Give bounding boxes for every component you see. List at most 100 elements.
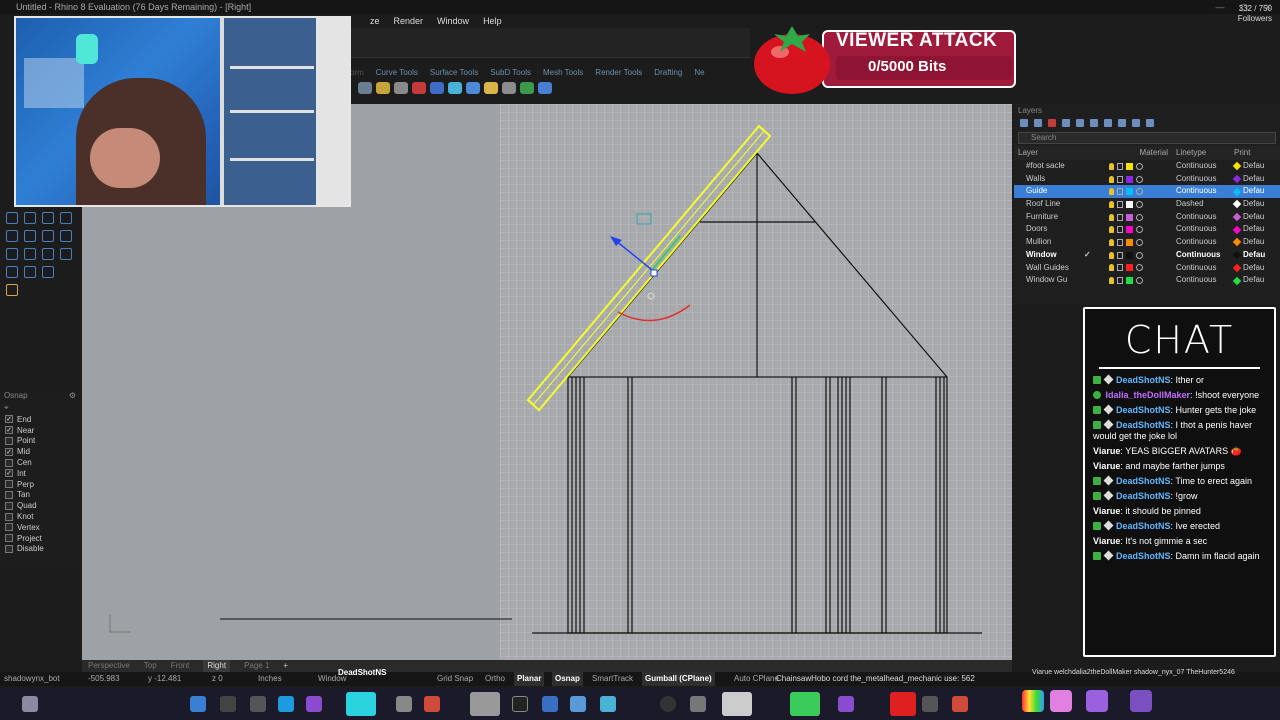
layer-row[interactable]: #foot sacle Continuous Defau	[1014, 160, 1280, 173]
osnap-checkbox[interactable]	[5, 490, 13, 499]
lock-icon[interactable]	[1117, 188, 1123, 196]
move-down-icon[interactable]	[1076, 119, 1084, 127]
layer-name[interactable]: Furniture	[1014, 211, 1078, 224]
osnap-checkbox[interactable]	[5, 534, 13, 543]
layer-search-input[interactable]: Search	[1018, 132, 1276, 144]
layer-row[interactable]: Furniture Continuous Defau	[1014, 211, 1280, 224]
lightbulb-icon[interactable]	[1109, 226, 1114, 234]
osnap-toggle[interactable]: Osnap	[552, 672, 583, 686]
move-up-icon[interactable]	[1062, 119, 1070, 127]
osnap-item-project[interactable]: Project	[0, 533, 80, 544]
osnap-checkbox[interactable]: ✓	[5, 415, 13, 424]
layer-print[interactable]: Defau	[1232, 249, 1274, 262]
layer-print[interactable]: Defau	[1232, 274, 1274, 287]
browser-icon[interactable]	[306, 696, 322, 712]
osnap-checkbox[interactable]: ✓	[5, 447, 13, 456]
lock-icon[interactable]	[1117, 251, 1123, 259]
layer-name[interactable]: Wall Guides	[1014, 262, 1078, 275]
layer-color-swatch[interactable]	[1126, 238, 1133, 246]
gumball-center[interactable]	[647, 292, 655, 300]
col-material[interactable]: Material	[1078, 146, 1174, 160]
planar-toggle[interactable]: Planar	[514, 672, 545, 686]
terminal-icon[interactable]	[512, 696, 528, 712]
new-sublayer-icon[interactable]	[1034, 119, 1042, 127]
layer-name[interactable]: Walls	[1014, 173, 1078, 186]
osnap-item-tan[interactable]: Tan	[0, 490, 80, 501]
tab-right[interactable]: Right	[203, 660, 231, 672]
layer-print[interactable]: Defau	[1232, 236, 1274, 249]
tab-top[interactable]: Top	[144, 660, 157, 672]
layer-print[interactable]: Defau	[1232, 173, 1274, 186]
osnap-item-disable[interactable]: Disable	[0, 544, 80, 555]
lightbulb-icon[interactable]	[1109, 264, 1114, 272]
gumball-green-arrow[interactable]	[651, 235, 681, 271]
layer-print[interactable]: Defau	[1232, 198, 1274, 211]
lock-icon[interactable]	[1117, 238, 1123, 246]
maps-icon[interactable]	[396, 696, 412, 712]
layer-linetype[interactable]: Continuous	[1174, 160, 1234, 173]
col-print[interactable]: Print	[1234, 146, 1274, 160]
gumball-blue-arrow[interactable]	[614, 239, 653, 271]
layer-row[interactable]: Mullion Continuous Defau	[1014, 236, 1280, 249]
material-icon[interactable]	[1136, 251, 1143, 259]
osnap-item-point[interactable]: Point	[0, 436, 80, 447]
lightbulb-icon[interactable]	[1109, 175, 1114, 183]
obs-icon[interactable]	[660, 696, 676, 712]
tab-front[interactable]: Front	[171, 660, 190, 672]
search-icon[interactable]	[220, 696, 236, 712]
osnap-item-end[interactable]: ✓ End	[0, 414, 80, 425]
material-icon[interactable]	[1136, 175, 1143, 183]
layer-print[interactable]: Defau	[1232, 160, 1274, 173]
osnap-item-quad[interactable]: Quad	[0, 500, 80, 511]
layer-print[interactable]: Defau	[1232, 211, 1274, 224]
osnap-item-int[interactable]: ✓ Int	[0, 468, 80, 479]
lightbulb-icon[interactable]	[1109, 277, 1114, 285]
layer-linetype[interactable]: Dashed	[1174, 198, 1234, 211]
layer-name[interactable]: Roof Line	[1014, 198, 1078, 211]
gumball-scale-handle[interactable]	[636, 213, 652, 225]
osnap-checkbox[interactable]	[5, 512, 13, 521]
lock-icon[interactable]	[1117, 264, 1123, 272]
chrome-icon-2[interactable]	[952, 696, 968, 712]
layer-linetype[interactable]: Continuous	[1174, 211, 1234, 224]
osnap-item-perp[interactable]: Perp	[0, 479, 80, 490]
layer-print[interactable]: Defau	[1232, 262, 1274, 275]
material-icon[interactable]	[1136, 213, 1143, 221]
lightbulb-icon[interactable]	[1109, 188, 1114, 196]
layer-color-swatch[interactable]	[1126, 213, 1133, 221]
osnap-checkbox[interactable]: ✓	[5, 469, 13, 478]
lightbulb-icon[interactable]	[1109, 162, 1114, 170]
tab-page-1[interactable]: Page 1	[244, 660, 269, 672]
lightbulb-icon[interactable]	[1109, 213, 1114, 221]
gumball-widget[interactable]	[610, 213, 691, 322]
layer-color-swatch[interactable]	[1126, 175, 1133, 183]
lock-icon[interactable]	[1117, 226, 1123, 234]
layer-color-swatch[interactable]	[1126, 226, 1133, 234]
layer-name[interactable]: Doors	[1014, 223, 1078, 236]
layer-color-swatch[interactable]	[1126, 251, 1133, 259]
layer-print[interactable]: Defau	[1232, 185, 1274, 198]
start-icon[interactable]	[190, 696, 206, 712]
gear-icon[interactable]: ⚙	[69, 390, 76, 402]
material-icon[interactable]	[1136, 277, 1143, 285]
help-icon[interactable]	[1146, 119, 1154, 127]
osnap-checkbox[interactable]	[5, 501, 13, 510]
layer-linetype[interactable]: Continuous	[1174, 274, 1234, 287]
lightbulb-icon[interactable]	[1109, 251, 1114, 259]
lock-icon[interactable]	[1117, 213, 1123, 221]
lightbulb-icon[interactable]	[1109, 238, 1114, 246]
units-label[interactable]: Inches	[258, 672, 282, 686]
layer-row[interactable]: Wall Guides Continuous Defau	[1014, 262, 1280, 275]
lock-icon[interactable]	[1117, 175, 1123, 183]
layer-color-swatch[interactable]	[1126, 188, 1133, 196]
layer-row[interactable]: Window Gu Continuous Defau	[1014, 274, 1280, 287]
layer-row[interactable]: Doors Continuous Defau	[1014, 223, 1280, 236]
layer-row[interactable]: Roof Line Dashed Defau	[1014, 198, 1280, 211]
layer-linetype[interactable]: Continuous	[1174, 236, 1234, 249]
material-icon[interactable]	[1136, 264, 1143, 272]
layer-row[interactable]: Walls Continuous Defau	[1014, 173, 1280, 186]
osnap-checkbox[interactable]	[5, 458, 13, 467]
filter-icon[interactable]	[1104, 119, 1112, 127]
material-icon[interactable]	[1136, 162, 1143, 170]
col-linetype[interactable]: Linetype	[1174, 146, 1234, 160]
